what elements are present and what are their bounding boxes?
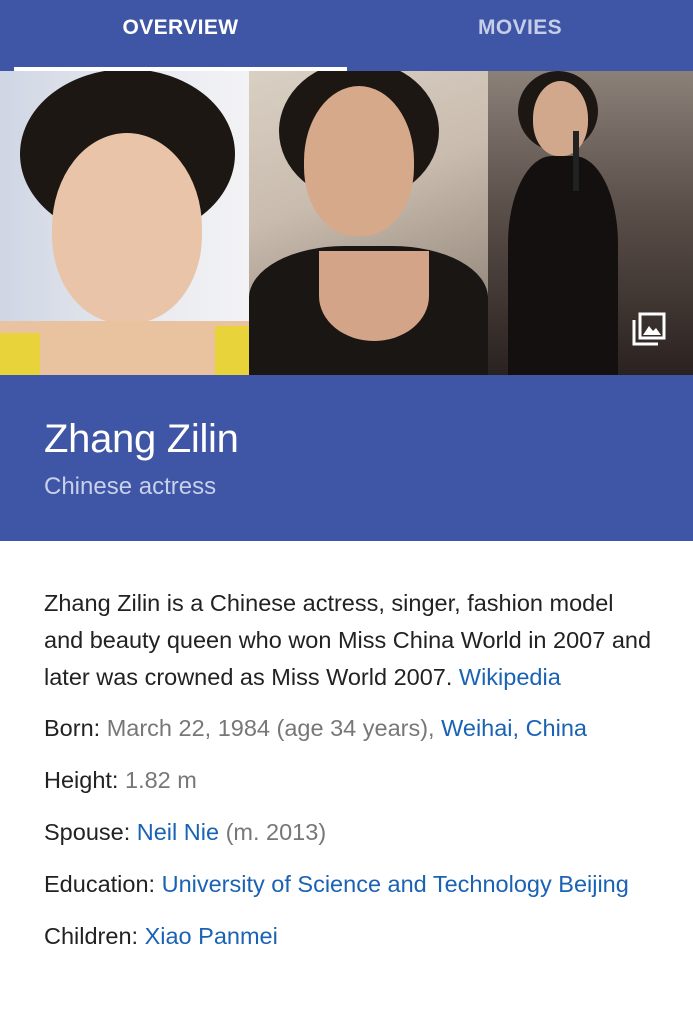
microphone-shape (573, 131, 579, 191)
dress-shape (508, 156, 618, 375)
birthplace-link[interactable]: Weihai, China (441, 715, 587, 741)
spouse-link[interactable]: Neil Nie (137, 819, 219, 845)
face-shape (304, 86, 414, 236)
image-gallery-icon[interactable] (631, 311, 667, 347)
fact-label: Education: (44, 871, 156, 897)
knowledge-panel-header: Zhang Zilin Chinese actress (0, 375, 693, 541)
face-shape (533, 81, 588, 156)
fact-born: Born: March 22, 1984 (age 34 years), Wei… (44, 710, 654, 747)
photo-3[interactable] (488, 71, 693, 375)
education-link[interactable]: University of Science and Technology Bei… (162, 871, 629, 897)
tab-overview[interactable]: OVERVIEW (14, 0, 347, 71)
face-shape (52, 133, 202, 323)
fact-spouse: Spouse: Neil Nie (m. 2013) (44, 814, 654, 851)
children-link[interactable]: Xiao Panmei (145, 923, 278, 949)
wikipedia-link[interactable]: Wikipedia (459, 664, 561, 690)
fact-height: Height: 1.82 m (44, 762, 654, 799)
tab-movies[interactable]: MOVIES (347, 0, 693, 71)
fact-label: Spouse: (44, 819, 131, 845)
photo-1[interactable] (0, 71, 249, 375)
fact-children: Children: Xiao Panmei (44, 918, 654, 955)
fact-value: 1.82 m (125, 767, 197, 793)
fact-label: Height: (44, 767, 119, 793)
neckline-shape (319, 251, 429, 341)
entity-title: Zhang Zilin (44, 417, 239, 461)
fact-value: (m. 2013) (225, 819, 327, 845)
fact-label: Children: (44, 923, 139, 949)
dress-strap-left (0, 333, 40, 375)
photo-2[interactable] (249, 71, 488, 375)
knowledge-panel-content: Zhang Zilin is a Chinese actress, singer… (44, 585, 654, 970)
dress-strap-right (215, 326, 249, 375)
photo-strip[interactable] (0, 71, 693, 375)
entity-subtitle: Chinese actress (44, 473, 217, 500)
fact-education: Education: University of Science and Tec… (44, 866, 654, 903)
description: Zhang Zilin is a Chinese actress, singer… (44, 585, 654, 696)
tab-bar: OVERVIEW MOVIES (0, 0, 693, 71)
fact-value: March 22, 1984 (age 34 years), (106, 715, 435, 741)
fact-label: Born: (44, 715, 101, 741)
